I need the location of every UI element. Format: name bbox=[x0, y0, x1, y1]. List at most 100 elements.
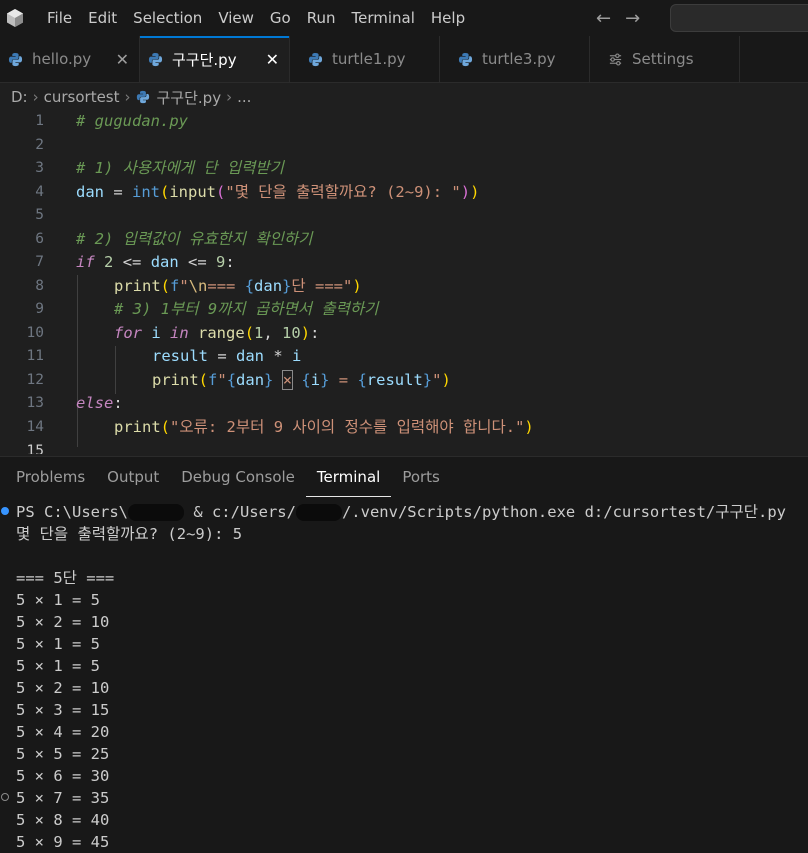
menu-edit[interactable]: Edit bbox=[80, 0, 125, 36]
code-line: 5 bbox=[0, 204, 808, 228]
code-line: 3 # 1) 사용자에게 단 입력받기 bbox=[0, 157, 808, 181]
code-line: 1 # gugudan.py bbox=[0, 110, 808, 134]
line-number: 14 bbox=[26, 418, 44, 435]
code-text: print(f"{dan} × {i} = {result}") bbox=[152, 369, 451, 390]
terminal-line: 5 × 2 = 10 bbox=[16, 613, 110, 631]
terminal-line: 5 × 8 = 40 bbox=[16, 811, 110, 829]
line-number: 2 bbox=[35, 136, 44, 153]
redacted-username bbox=[295, 504, 342, 521]
highlighted-char: × bbox=[281, 369, 294, 390]
terminal-line: 5 × 1 = 5 bbox=[16, 635, 100, 653]
line-number: 6 bbox=[35, 230, 44, 247]
code-text: # 2) 입력값이 유효한지 확인하기 bbox=[76, 229, 313, 248]
code-text: print(f"\n=== {dan}단 ===") bbox=[114, 276, 362, 295]
line-number: 3 bbox=[35, 160, 44, 176]
line-number: 10 bbox=[26, 324, 44, 341]
menu-go[interactable]: Go bbox=[262, 0, 299, 36]
tab-ports[interactable]: Ports bbox=[391, 457, 451, 497]
python-icon bbox=[8, 52, 23, 67]
code-text: for i in range(1, 10): bbox=[114, 323, 320, 342]
code-text: # 3) 1부터 9까지 곱하면서 출력하기 bbox=[114, 300, 379, 318]
tab-output[interactable]: Output bbox=[96, 457, 170, 497]
panel-tabs: Problems Output Debug Console Terminal P… bbox=[0, 457, 451, 497]
close-icon[interactable]: ✕ bbox=[266, 50, 279, 69]
line-number: 12 bbox=[26, 371, 44, 388]
code-editor[interactable]: 1 # gugudan.py 2 3 # 1) 사용자에게 단 입력받기 4 d… bbox=[0, 110, 808, 454]
line-number: 11 bbox=[26, 348, 44, 364]
code-text: # 1) 사용자에게 단 입력받기 bbox=[76, 159, 284, 177]
menu-terminal[interactable]: Terminal bbox=[344, 0, 423, 36]
code-text: # gugudan.py bbox=[76, 112, 188, 130]
code-text: dan = int(input("몇 단을 출력할까요? (2~9): ")) bbox=[76, 182, 480, 201]
terminal-line: 5 × 5 = 25 bbox=[16, 745, 110, 763]
command-center-search[interactable] bbox=[670, 4, 808, 32]
tab-label: Settings bbox=[632, 50, 694, 68]
breadcrumb-folder[interactable]: cursortest bbox=[44, 88, 120, 106]
chevron-right-icon: › bbox=[226, 88, 233, 106]
line-number: 13 bbox=[26, 395, 44, 411]
code-line: 8 print(f"\n=== {dan}단 ===") bbox=[0, 275, 808, 299]
line-number: 7 bbox=[35, 254, 44, 270]
code-line: 10 for i in range(1, 10): bbox=[0, 322, 808, 346]
chevron-right-icon: › bbox=[32, 88, 39, 106]
terminal-line: 몇 단을 출력할까요? (2~9): 5 bbox=[16, 525, 243, 543]
terminal-line: === 5단 === bbox=[16, 569, 115, 587]
terminal-line: 5 × 1 = 5 bbox=[16, 591, 100, 609]
line-number: 4 bbox=[35, 183, 44, 200]
tab-label: hello.py bbox=[32, 50, 92, 68]
line-number: 5 bbox=[35, 207, 44, 223]
breadcrumb-more[interactable]: ... bbox=[237, 88, 251, 106]
terminal-line: 5 × 3 = 15 bbox=[16, 701, 110, 719]
code-line: 4 dan = int(input("몇 단을 출력할까요? (2~9): ")… bbox=[0, 181, 808, 205]
tab-terminal[interactable]: Terminal bbox=[305, 457, 392, 497]
navigation-arrows: ← → bbox=[596, 0, 640, 36]
menu-view[interactable]: View bbox=[210, 0, 262, 36]
code-text: print("오류: 2부터 9 사이의 정수를 입력해야 합니다.") bbox=[114, 417, 534, 436]
tab-label: 구구단.py bbox=[172, 50, 237, 69]
breadcrumb-file[interactable]: 구구단.py bbox=[157, 87, 222, 108]
code-line: 15 bbox=[0, 440, 808, 454]
terminal-line: 5 × 1 = 5 bbox=[16, 657, 100, 675]
terminal-line: 5 × 7 = 35 bbox=[16, 789, 110, 807]
close-icon[interactable]: ✕ bbox=[116, 50, 129, 69]
menu-help[interactable]: Help bbox=[423, 0, 473, 36]
line-number: 1 bbox=[35, 113, 44, 129]
tab-hello-py[interactable]: hello.py ✕ bbox=[0, 36, 140, 82]
menu-file[interactable]: File bbox=[39, 0, 80, 36]
chevron-right-icon: › bbox=[124, 88, 131, 106]
code-text: if 2 <= dan <= 9: bbox=[76, 253, 235, 271]
tab-turtle3-py[interactable]: turtle3.py bbox=[440, 36, 590, 82]
forward-arrow-icon[interactable]: → bbox=[625, 8, 640, 29]
tab-settings[interactable]: Settings bbox=[590, 36, 740, 82]
code-line: 7 if 2 <= dan <= 9: bbox=[0, 251, 808, 275]
line-number: 8 bbox=[35, 277, 44, 294]
tab-label: turtle3.py bbox=[482, 50, 556, 68]
code-text: else: bbox=[76, 394, 123, 412]
terminal-line: 5 × 6 = 30 bbox=[16, 767, 110, 785]
tab-gugudan-py[interactable]: 구구단.py ✕ bbox=[140, 36, 290, 82]
python-icon bbox=[308, 52, 323, 67]
code-line: 2 bbox=[0, 134, 808, 158]
menu-run[interactable]: Run bbox=[299, 0, 344, 36]
terminal-line: 5 × 2 = 10 bbox=[16, 679, 110, 697]
tab-problems[interactable]: Problems bbox=[0, 457, 96, 497]
menu-selection[interactable]: Selection bbox=[125, 0, 210, 36]
terminal-line: 5 × 4 = 20 bbox=[16, 723, 110, 741]
code-line: 13 else: bbox=[0, 392, 808, 416]
tab-label: turtle1.py bbox=[332, 50, 406, 68]
line-number: 9 bbox=[35, 301, 44, 317]
tab-debug-console[interactable]: Debug Console bbox=[170, 457, 306, 497]
app-logo-icon[interactable] bbox=[5, 8, 25, 28]
tab-turtle1-py[interactable]: turtle1.py bbox=[290, 36, 440, 82]
breadcrumb-drive[interactable]: D: bbox=[0, 88, 28, 106]
line-number: 15 bbox=[26, 443, 44, 454]
terminal-output[interactable]: PS C:\Users\ & c:/Users//.venv/Scripts/p… bbox=[0, 499, 808, 853]
bottom-panel: Problems Output Debug Console Terminal P… bbox=[0, 456, 808, 853]
editor-tab-bar: hello.py ✕ 구구단.py ✕ turtle1.py turtle3.p… bbox=[0, 36, 808, 83]
back-arrow-icon[interactable]: ← bbox=[596, 8, 611, 29]
code-line: 14 print("오류: 2부터 9 사이의 정수를 입력해야 합니다.") bbox=[0, 416, 808, 440]
terminal-line: 5 × 9 = 45 bbox=[16, 833, 110, 851]
redacted-username bbox=[127, 504, 184, 521]
code-line: 12 print(f"{dan} × {i} = {result}") bbox=[0, 369, 808, 393]
python-icon bbox=[148, 52, 163, 67]
